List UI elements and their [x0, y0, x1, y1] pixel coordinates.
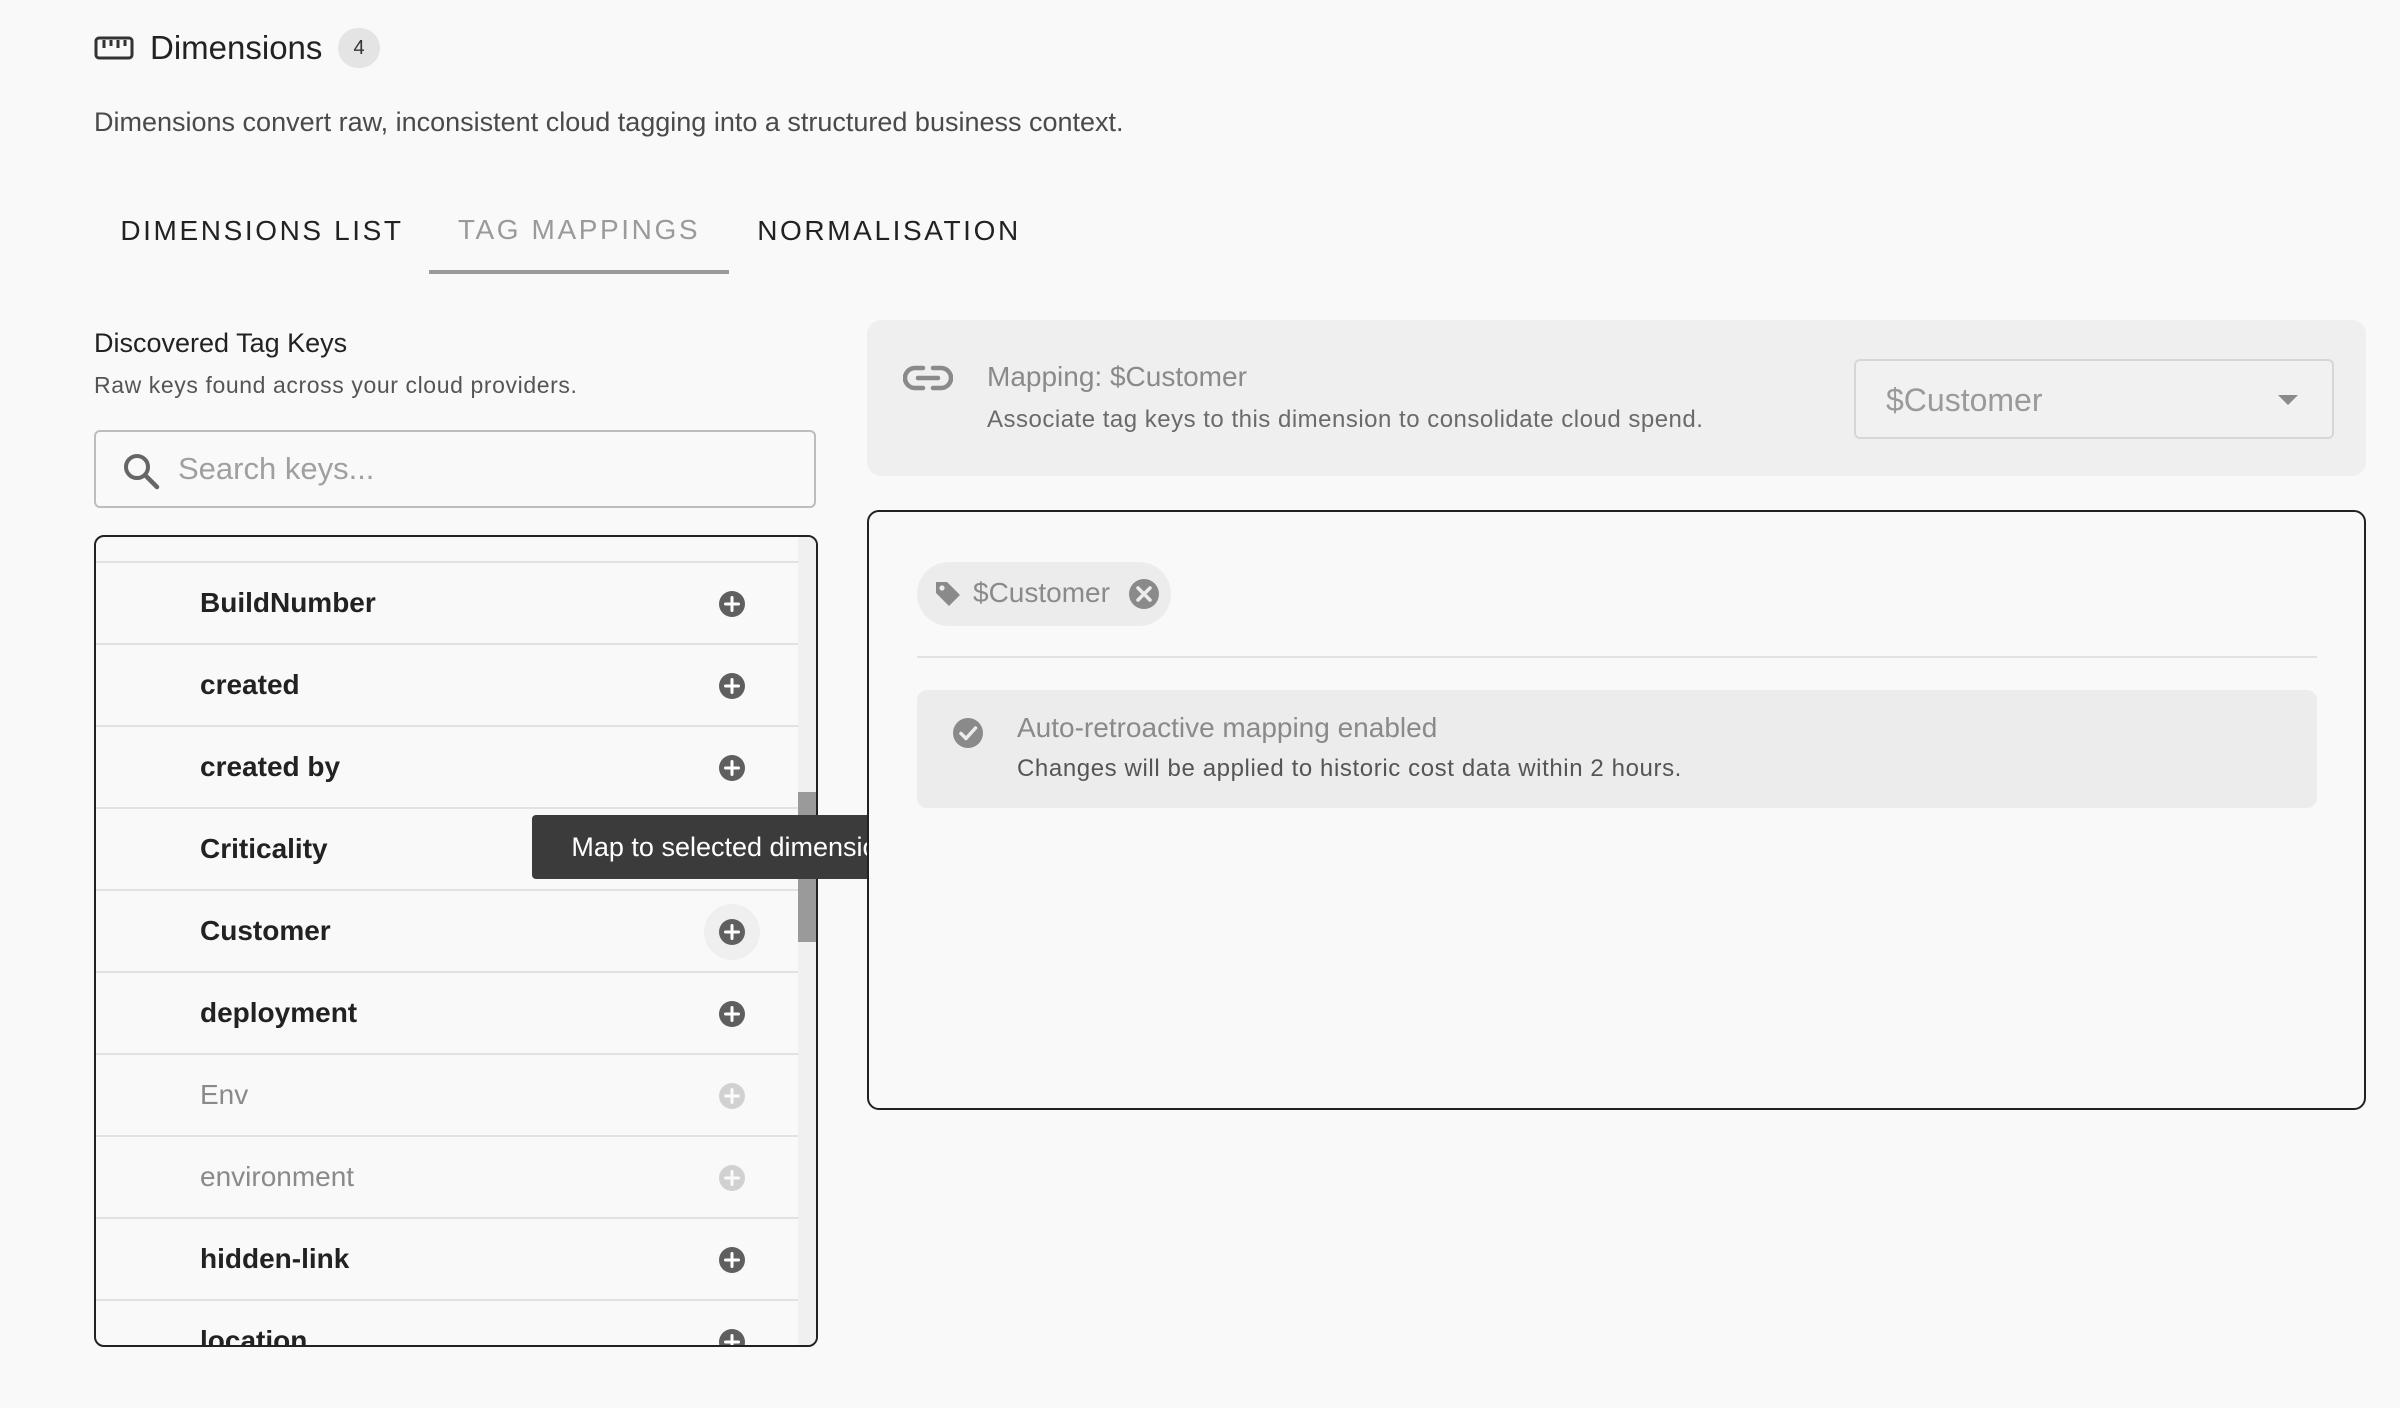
- notice-title: Auto-retroactive mapping enabled: [1017, 712, 1438, 743]
- dimension-select-value: $Customer: [1886, 382, 2043, 418]
- mapping-header-panel: Mapping: $Customer Associate tag keys to…: [867, 320, 2366, 476]
- tag-key-label: deployment: [200, 997, 358, 1028]
- tab-normalisation[interactable]: NORMALISATION: [744, 190, 1034, 272]
- tag-key-row[interactable]: created: [96, 645, 798, 727]
- dimension-select[interactable]: $Customer: [1854, 359, 2334, 439]
- tag-key-label: created by: [200, 751, 341, 782]
- tab-tag-mappings[interactable]: TAG MAPPINGS: [429, 190, 729, 274]
- list-item: [96, 537, 798, 563]
- tag-key-row[interactable]: hidden-link: [96, 1219, 798, 1301]
- add-circle-icon[interactable]: [717, 753, 747, 783]
- list-scrollbar-track[interactable]: [798, 537, 816, 1345]
- add-circle-icon: [717, 1163, 747, 1193]
- mapping-title: Mapping: $Customer: [987, 361, 1247, 392]
- add-circle-icon[interactable]: [717, 671, 747, 701]
- add-circle-icon[interactable]: [717, 1327, 747, 1345]
- dimension-count-badge: 4: [338, 28, 380, 68]
- chip-remove-icon[interactable]: [1127, 577, 1161, 611]
- add-circle-icon[interactable]: [717, 589, 747, 619]
- tag-key-row[interactable]: Env: [96, 1055, 798, 1137]
- divider: [917, 656, 2317, 658]
- discovered-keys-subtitle: Raw keys found across your cloud provide…: [94, 372, 578, 398]
- tag-key-label: Criticality: [200, 833, 328, 864]
- tag-key-row[interactable]: BuildNumber: [96, 563, 798, 645]
- mapping-dropzone[interactable]: $Customer Auto-retroactive mapping enabl…: [867, 510, 2366, 1110]
- discovered-keys-title: Discovered Tag Keys: [94, 328, 348, 358]
- mapping-description: Associate tag keys to this dimension to …: [987, 406, 1704, 433]
- page-title: Dimensions: [150, 29, 323, 66]
- tag-key-label: hidden-link: [200, 1243, 350, 1274]
- link-icon: [903, 360, 953, 396]
- tag-icon: [933, 579, 963, 609]
- auto-retroactive-notice: Auto-retroactive mapping enabled Changes…: [917, 690, 2317, 808]
- notice-description: Changes will be applied to historic cost…: [1017, 755, 1682, 782]
- tag-key-label: location: [200, 1325, 308, 1347]
- search-input[interactable]: [178, 440, 778, 498]
- tag-key-row[interactable]: deployment: [96, 973, 798, 1055]
- tag-key-label: environment: [200, 1161, 355, 1192]
- add-circle-icon[interactable]: [717, 999, 747, 1029]
- tag-key-row[interactable]: environment: [96, 1137, 798, 1219]
- search-icon: [122, 452, 160, 490]
- add-circle-icon[interactable]: [717, 917, 747, 947]
- tab-dimensions-list[interactable]: DIMENSIONS LIST: [94, 190, 430, 272]
- ruler-icon: [94, 34, 134, 62]
- tag-key-row[interactable]: location: [96, 1301, 798, 1347]
- tag-key-row[interactable]: created by: [96, 727, 798, 809]
- tag-key-label: created: [200, 669, 300, 700]
- chip-label: $Customer: [973, 577, 1110, 608]
- check-circle-icon: [951, 716, 985, 750]
- add-circle-icon[interactable]: [717, 1245, 747, 1275]
- mapped-key-chip: $Customer: [917, 562, 1171, 626]
- page-description: Dimensions convert raw, inconsistent clo…: [94, 107, 1124, 137]
- search-field[interactable]: [94, 430, 816, 508]
- tag-keys-list[interactable]: BuildNumber created created by Criticality C…: [94, 535, 818, 1347]
- caret-down-icon: [2276, 393, 2300, 407]
- tag-key-label: Env: [200, 1079, 249, 1110]
- tag-key-label: BuildNumber: [200, 587, 376, 618]
- add-circle-icon: [717, 1081, 747, 1111]
- tag-key-label: Customer: [200, 915, 331, 946]
- tag-key-row[interactable]: Customer: [96, 891, 798, 973]
